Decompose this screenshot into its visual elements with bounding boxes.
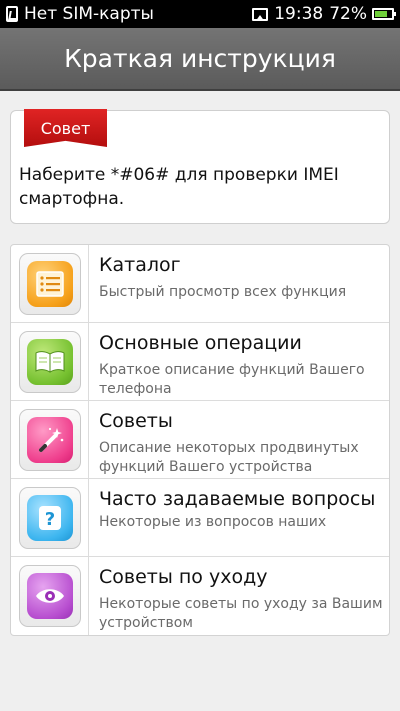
eye-icon	[26, 573, 73, 619]
icon-cell	[11, 323, 89, 401]
menu-item-desc: Некоторые из вопросов наших	[99, 514, 327, 530]
status-left: Нет SIM-карты	[0, 4, 154, 24]
question-icon-frame: ?	[18, 487, 81, 549]
menu-item-tips[interactable]: Советы Описание некоторых продвинутых фу…	[11, 401, 389, 479]
catalog-icon-frame	[18, 253, 81, 315]
menu-item-desc: Быстрый просмотр всех функция	[99, 284, 347, 300]
menu-item-text: Часто задаваемые вопросы Некоторые из во…	[89, 479, 375, 556]
menu-item-care-tips[interactable]: Советы по уходу Некоторые советы по уход…	[11, 557, 389, 635]
menu-item-catalog[interactable]: Каталог Быстрый просмотр всех функция	[11, 245, 389, 323]
tip-badge: Совет	[24, 109, 107, 147]
menu-item-text: Каталог Быстрый просмотр всех функция	[89, 245, 346, 322]
menu-item-desc: Некоторые советы по уходу за Вашим устро…	[99, 596, 383, 631]
status-right: 19:38 72%	[252, 4, 400, 24]
menu-item-title: Часто задаваемые вопросы	[99, 488, 376, 510]
carrier-label: Нет SIM-карты	[24, 4, 154, 24]
menu-item-text: Советы Описание некоторых продвинутых фу…	[89, 401, 389, 478]
magic-wand-icon	[26, 417, 73, 463]
menu-item-desc: Краткое описание функций Вашего телефона	[99, 362, 365, 397]
menu-item-title: Основные операции	[99, 332, 302, 354]
menu-item-title: Советы	[99, 410, 173, 432]
icon-cell	[11, 401, 89, 479]
book-icon-frame	[18, 331, 81, 393]
catalog-list-icon	[26, 261, 73, 307]
icon-cell: ?	[11, 479, 89, 557]
page-title: Краткая инструкция	[64, 44, 336, 73]
icon-cell	[11, 557, 89, 635]
tip-text: Наберите *#06# для проверки IMEI смартоф…	[19, 165, 339, 209]
eye-icon-frame	[18, 565, 81, 627]
magic-wand-icon-frame	[18, 409, 81, 471]
sim-card-icon	[6, 6, 18, 22]
menu-item-desc: Описание некоторых продвинутых функций В…	[99, 440, 359, 475]
picture-icon	[252, 7, 269, 21]
clock: 19:38	[274, 4, 324, 24]
battery-percent: 72%	[329, 4, 367, 24]
tip-card: Совет Наберите *#06# для проверки IMEI с…	[10, 109, 390, 224]
menu-item-title: Каталог	[99, 254, 181, 276]
title-bar: Краткая инструкция	[0, 28, 400, 91]
svg-text:?: ?	[44, 509, 54, 530]
guide-menu: Каталог Быстрый просмотр всех функция Ос…	[10, 244, 390, 636]
menu-item-text: Советы по уходу Некоторые советы по уход…	[89, 557, 389, 635]
icon-cell	[11, 245, 89, 323]
battery-level	[375, 11, 387, 17]
menu-item-faq[interactable]: ? Часто задаваемые вопросы Некоторые из …	[11, 479, 389, 557]
question-icon: ?	[26, 495, 73, 541]
menu-item-text: Основные операции Краткое описание функц…	[89, 323, 389, 400]
menu-item-title: Советы по уходу	[99, 566, 268, 588]
status-bar: Нет SIM-карты 19:38 72%	[0, 0, 400, 28]
battery-icon	[372, 8, 396, 20]
book-icon	[26, 339, 73, 385]
menu-item-basic-operations[interactable]: Основные операции Краткое описание функц…	[11, 323, 389, 401]
